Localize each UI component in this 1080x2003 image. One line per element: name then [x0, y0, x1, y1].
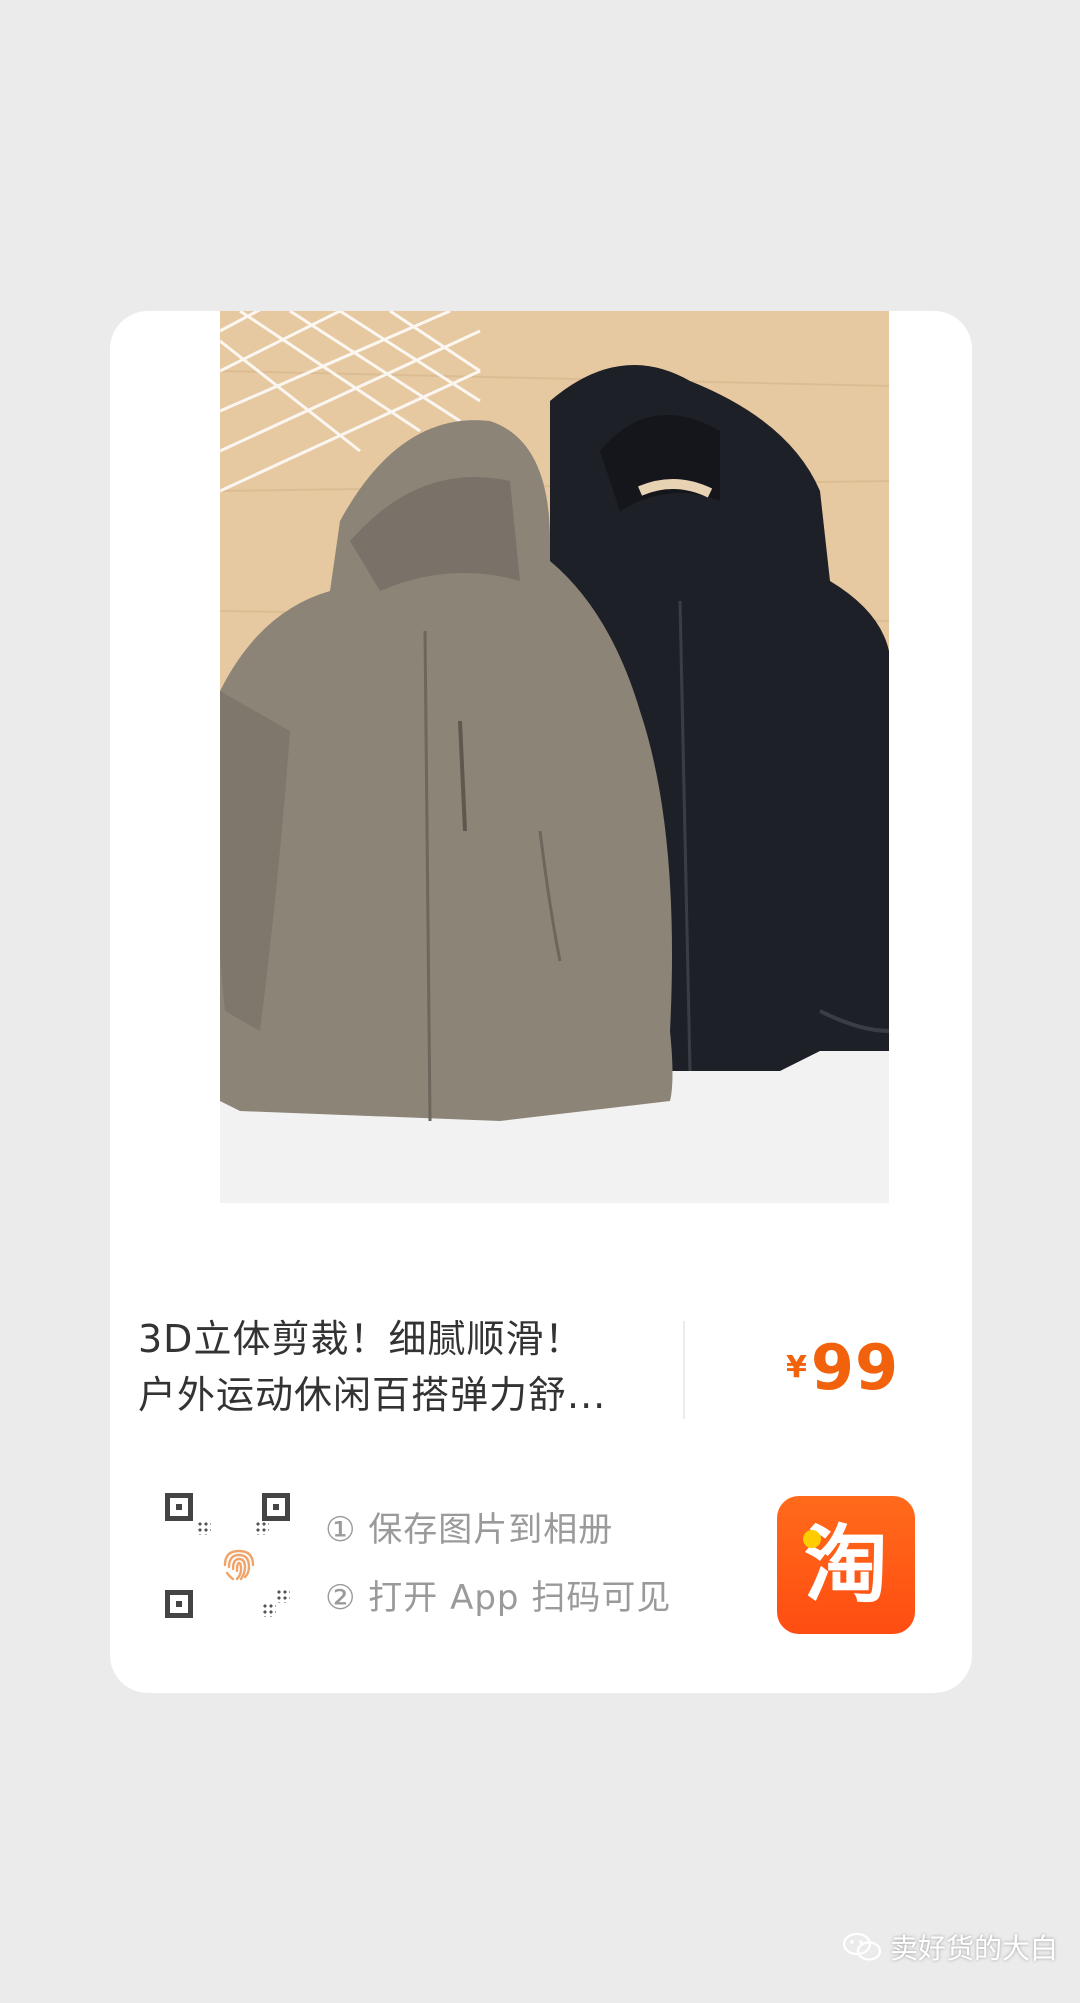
watermark-text: 卖好货的大白: [889, 1932, 1058, 1965]
product-title-line1: 3D立体剪裁！细腻顺滑！: [138, 1317, 584, 1361]
price: ¥99: [786, 1331, 899, 1404]
qr-pattern-icon: [262, 1603, 276, 1617]
qr-pattern-icon: [276, 1589, 290, 1603]
divider: [683, 1321, 685, 1419]
qr-finder-icon: [262, 1493, 290, 1521]
product-image[interactable]: [220, 311, 889, 1203]
product-title-line2: 户外运动休闲百搭弹力舒...: [138, 1373, 607, 1417]
qr-code-icon[interactable]: [165, 1493, 305, 1633]
fingerprint-icon: [223, 1549, 255, 1581]
qr-finder-icon: [165, 1493, 193, 1521]
taobao-dot-icon: [803, 1530, 821, 1548]
price-amount: 99: [810, 1331, 900, 1404]
qr-pattern-icon: [255, 1521, 269, 1535]
scan-step-save: ① 保存图片到相册: [325, 1510, 614, 1550]
taobao-app-icon[interactable]: 淘: [777, 1496, 915, 1634]
qr-finder-icon: [165, 1590, 193, 1618]
product-title[interactable]: 3D立体剪裁！细腻顺滑！ 户外运动休闲百搭弹力舒...: [138, 1311, 658, 1423]
qr-pattern-icon: [197, 1521, 211, 1535]
wechat-icon: [842, 1932, 882, 1961]
product-share-card: 3D立体剪裁！细腻顺滑！ 户外运动休闲百搭弹力舒... ¥99 ① 保存图片到相…: [110, 311, 972, 1693]
scan-instructions: ① 保存图片到相册 ② 打开 App 扫码可见: [325, 1496, 671, 1632]
price-currency: ¥: [786, 1350, 807, 1385]
scan-step-open-app: ② 打开 App 扫码可见: [325, 1578, 672, 1618]
account-watermark: 卖好货的大白: [842, 1927, 1058, 1967]
